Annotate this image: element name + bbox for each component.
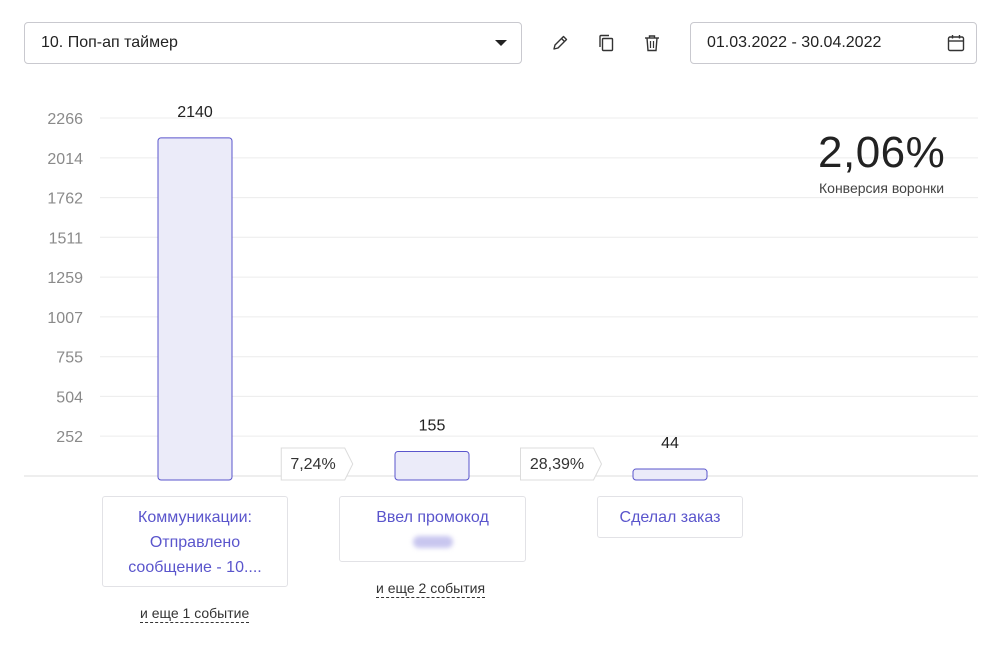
conversion-rate-label: 28,39% [530, 456, 584, 473]
y-tick-label: 755 [56, 350, 83, 367]
more-events-link[interactable]: и еще 2 события [376, 580, 486, 598]
chevron-down-icon [495, 40, 507, 46]
funnel-select[interactable]: 10. Поп-ап таймер [24, 22, 522, 64]
delete-button[interactable] [638, 29, 666, 57]
y-tick-label: 2014 [47, 151, 83, 168]
step-card-communications[interactable]: Коммуникации: Отправлено сообщение - 10.… [102, 496, 288, 587]
funnel-bar [632, 468, 708, 481]
date-range-value: 01.03.2022 - 30.04.2022 [707, 34, 882, 51]
blurred-event-tag [412, 536, 453, 548]
bar-value-label: 155 [419, 418, 446, 435]
more-events-link[interactable]: и еще 1 событие [140, 605, 250, 623]
step-label-line: Ввел промокод [376, 509, 489, 526]
y-tick-label: 1762 [47, 191, 83, 208]
funnel-select-value: 10. Поп-ап таймер [41, 34, 178, 51]
edit-button[interactable] [546, 29, 574, 57]
bar-value-label: 2140 [177, 104, 213, 121]
trash-icon [645, 35, 659, 52]
copy-button[interactable] [592, 29, 620, 57]
funnel-conversion-label: Конверсия воронки [819, 180, 945, 196]
step-label-line: сообщение - 10.... [128, 559, 262, 576]
date-range-picker[interactable]: 01.03.2022 - 30.04.2022 [690, 22, 977, 64]
step-label-line: Сделал заказ [619, 509, 721, 526]
pencil-icon [553, 35, 568, 50]
step-label-line: Коммуникации: [138, 509, 252, 526]
copy-icon [599, 34, 614, 52]
y-tick-label: 1007 [47, 310, 83, 327]
calendar-icon [947, 35, 965, 52]
bar-value-label: 44 [661, 435, 679, 452]
funnel-conversion-value: 2,06% [818, 128, 946, 177]
funnel-bar [157, 137, 233, 481]
y-tick-label: 2266 [47, 111, 83, 128]
y-tick-label: 252 [56, 429, 83, 446]
conversion-rate-label: 7,24% [290, 456, 335, 473]
y-tick-label: 1259 [47, 270, 83, 287]
y-tick-label: 1511 [49, 230, 84, 247]
y-tick-label: 504 [56, 389, 83, 406]
step-card-order[interactable]: Сделал заказ [597, 496, 743, 538]
step-card-promo-code[interactable]: Ввел промокод [339, 496, 526, 562]
step-label-line: Отправлено [149, 534, 241, 551]
funnel-bar [394, 451, 470, 481]
